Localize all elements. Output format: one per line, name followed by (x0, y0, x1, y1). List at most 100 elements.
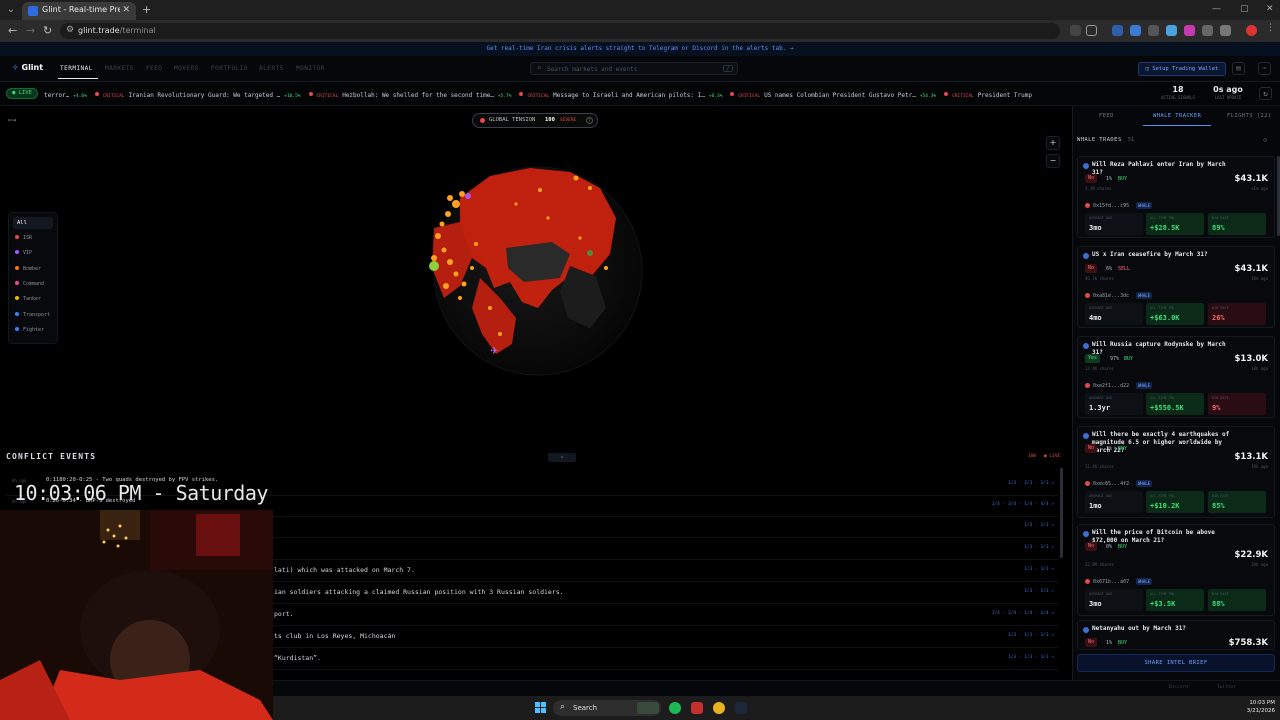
ticker-item[interactable]: CRITICAL Iranian Revolutionary Guard: We … (94, 92, 301, 99)
market-question[interactable]: US x Iran ceasefire by March 31? (1092, 251, 1234, 259)
site-info-icon[interactable]: ⚙ (66, 25, 74, 35)
close-window-icon[interactable]: ✕ (1266, 4, 1274, 14)
extensions-puzzle-icon[interactable] (1220, 25, 1231, 36)
extension-icon[interactable] (1112, 25, 1123, 36)
extension-icon[interactable] (1130, 25, 1141, 36)
minimize-icon[interactable]: — (1212, 4, 1221, 14)
steam-icon[interactable] (735, 702, 747, 714)
filter-command[interactable]: Command (15, 280, 44, 287)
chrome-icon[interactable] (713, 702, 725, 714)
filter-fighter[interactable]: Fighter (15, 326, 44, 333)
tab-search-icon[interactable]: ⌄ (4, 3, 18, 17)
windows-start-icon[interactable] (535, 702, 547, 714)
ticker-item[interactable]: CRITICAL US names Colombian President Gus… (730, 92, 936, 99)
event-sources-link[interactable]: 1/3 · 1/3 · 1/3 ↗ (1008, 655, 1054, 660)
url-field[interactable]: ⚙ glint.trade/terminal (60, 23, 1060, 39)
filter-transport[interactable]: Transport (15, 311, 50, 318)
tab-whale-tracker[interactable]: WHALE TRACKER (1153, 113, 1201, 119)
twitter-link[interactable]: Twitter (1217, 685, 1236, 690)
alerts-banner[interactable]: Get real-time Iran crisis alerts straigh… (0, 42, 1280, 56)
market-question[interactable]: Will the price of Bitcoin be above $72,0… (1092, 529, 1234, 545)
spotify-icon[interactable] (669, 702, 681, 714)
extension-icon[interactable] (1166, 25, 1177, 36)
collapse-panel-button[interactable]: ▴ (548, 453, 576, 462)
event-sources-link[interactable]: 1/4 · 3/4 · 1/4 · 4/4 ↗ (992, 502, 1054, 507)
extension-icon[interactable] (1148, 25, 1159, 36)
discord-link[interactable]: Discord (1169, 685, 1188, 690)
nav-monitor[interactable]: MONITOR (296, 65, 325, 72)
wallet-address[interactable]: 0xa81e...3dc (1093, 293, 1129, 299)
glint-logo[interactable]: ✧ Glint (12, 63, 43, 72)
back-icon[interactable]: ← (8, 24, 17, 37)
whale-trade-card[interactable]: Netanyahu out by March 31? No 1% BUY $758.3K (1077, 620, 1275, 650)
zoom-in-button[interactable]: + (1046, 136, 1060, 150)
nav-movers[interactable]: MOVERS (174, 65, 199, 72)
forward-icon[interactable]: → (26, 24, 35, 37)
market-question[interactable]: Will Reza Pahlavi enter Iran by March 31… (1092, 161, 1234, 177)
extension-icon[interactable] (1202, 25, 1213, 36)
nav-alerts[interactable]: ALERTS (259, 65, 284, 72)
ticker-item[interactable]: terror… +4.6% (44, 92, 87, 99)
search-input[interactable]: ⌕ Search markets and events / (530, 62, 738, 75)
event-sources-link[interactable]: 1/3 · 2/3 · 1/3 ↗ (1008, 481, 1054, 486)
market-question[interactable]: Will there be exactly 4 earthquakes of m… (1092, 431, 1234, 455)
wallet-address[interactable]: 0x15fd...c95 (1093, 203, 1129, 209)
event-sources-link[interactable]: 1/3 · 1/3 ↗ (1024, 545, 1054, 550)
filter-tanker[interactable]: Tanker (15, 296, 41, 302)
event-sources-link[interactable]: 1/3 · 1/3 · 1/3 ↗ (1008, 633, 1054, 638)
bookmark-star-icon[interactable] (1086, 25, 1097, 36)
market-question[interactable]: Netanyahu out by March 31? (1092, 625, 1234, 633)
global-tension-badge[interactable]: GLOBAL TENSION 100 SEVERE ? (472, 113, 598, 128)
menu-kebab-icon[interactable]: ⋮ (1266, 23, 1277, 34)
nav-portfolio[interactable]: PORTFOLIO (211, 65, 248, 72)
event-sources-link[interactable]: 1/3 · 1/3 ↗ (1024, 589, 1054, 594)
events-scrollbar[interactable] (1060, 468, 1063, 558)
browser-tab[interactable]: Glint - Real-time Prediction Ma... ✕ (22, 2, 136, 20)
nav-feed[interactable]: FEED (146, 65, 162, 72)
whale-trade-card[interactable]: US x Iran ceasefire by March 31? No 6% SELL… (1077, 246, 1275, 328)
globe-map[interactable]: ▭◂ GLOBAL TENSION 100 SEVERE ? All ISR VIP… (0, 106, 1072, 452)
info-icon[interactable]: ? (586, 117, 593, 124)
new-tab-icon[interactable]: + (142, 3, 151, 16)
filter-bomber[interactable]: Bomber (15, 265, 41, 272)
event-sources-link[interactable]: 1/3 · 1/3 ↗ (1024, 567, 1054, 572)
setup-wallet-button[interactable]: ◫ Setup Trading Wallet (1138, 62, 1226, 76)
whale-trade-card[interactable]: Will Reza Pahlavi enter Iran by March 31… (1077, 156, 1275, 238)
filter-all[interactable]: All (13, 217, 53, 229)
settings-icon[interactable]: ⋯ (1258, 62, 1271, 75)
event-sources-link[interactable]: 1/4 · 2/4 · 1/4 · 1/4 ↗ (992, 611, 1054, 616)
ticker-item[interactable]: CRITICAL Hezbollah: We shelled for the se… (308, 92, 511, 99)
nav-markets[interactable]: MARKETS (105, 65, 134, 72)
zoom-out-button[interactable]: − (1046, 154, 1060, 168)
media-app-icon[interactable] (691, 702, 703, 714)
tab-feed[interactable]: FEED (1099, 113, 1114, 119)
camera-icon[interactable]: ▭◂ (8, 116, 20, 126)
tab-flights[interactable]: FLIGHTS (22) (1227, 113, 1272, 119)
filter-vip[interactable]: VIP (15, 250, 32, 256)
globe[interactable]: ✈ (420, 158, 650, 384)
taskbar-clock[interactable]: 10:03 PM 3/21/2026 (1219, 699, 1275, 715)
filter-isr[interactable]: ISR (15, 235, 32, 241)
news-ticker[interactable]: terror… +4.6% CRITICAL Iranian Revolutionar… (44, 82, 1150, 106)
ticker-item[interactable]: CRITICAL President Trump (944, 92, 1032, 99)
close-tab-icon[interactable]: ✕ (122, 5, 130, 15)
wallet-address[interactable]: 0xe2f1...d22 (1093, 383, 1129, 389)
whale-trade-card[interactable]: Will there be exactly 4 earthquakes of m… (1077, 426, 1275, 518)
maximize-icon[interactable]: ▢ (1240, 4, 1249, 14)
wallet-address[interactable]: 0xec65...4f2 (1093, 481, 1129, 487)
market-question[interactable]: Will Russia capture Rodynske by March 31… (1092, 341, 1234, 357)
nav-terminal[interactable]: TERMINAL (60, 65, 93, 72)
layout-icon[interactable]: ▤ (1232, 62, 1245, 75)
refresh-icon[interactable]: ↻ (1259, 87, 1272, 100)
extension-icon[interactable] (1184, 25, 1195, 36)
share-intel-brief-button[interactable]: SHARE INTEL BRIEF (1077, 654, 1275, 672)
filter-icon[interactable]: ⊙ (1263, 136, 1267, 144)
event-sources-link[interactable]: 1/3 · 1/3 ↗ (1024, 523, 1054, 528)
profile-avatar[interactable] (1246, 25, 1257, 36)
whale-trade-card[interactable]: Will Russia capture Rodynske by March 31… (1077, 336, 1275, 418)
extension-icon[interactable] (1070, 25, 1081, 36)
wallet-address[interactable]: 0x671b...a07 (1093, 579, 1129, 585)
reload-icon[interactable]: ↻ (43, 24, 52, 37)
search-highlight-icon[interactable] (637, 702, 659, 714)
whale-trade-card[interactable]: Will the price of Bitcoin be above $72,0… (1077, 524, 1275, 616)
